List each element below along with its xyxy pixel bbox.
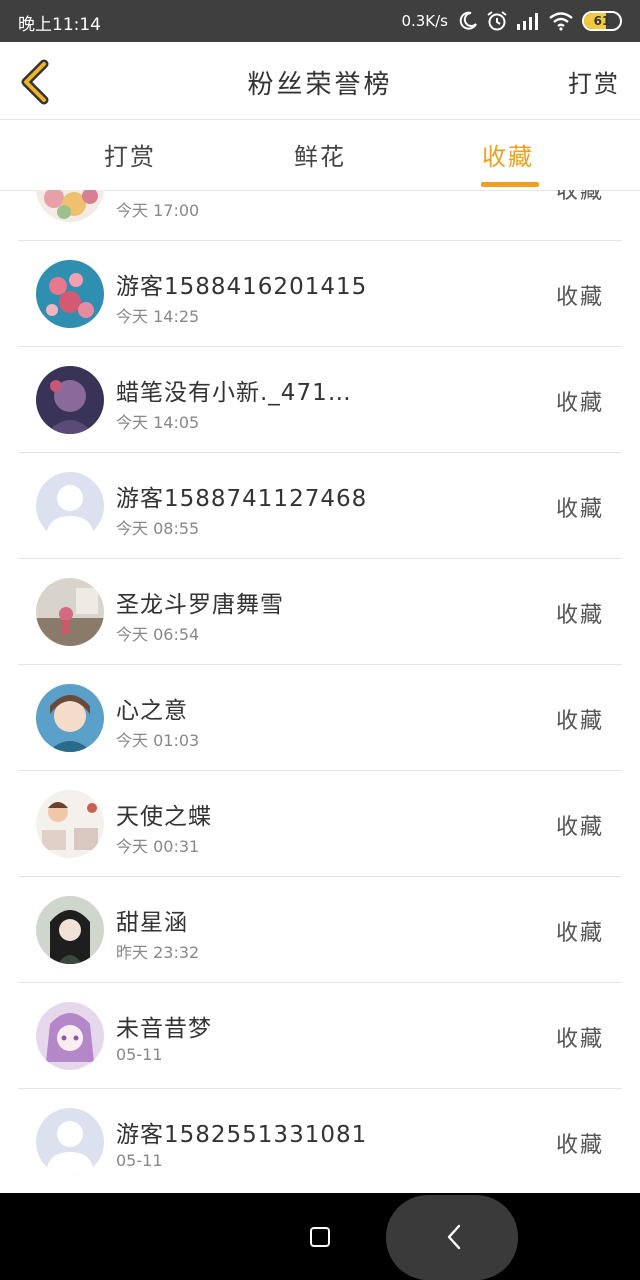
back-arrow-icon[interactable] xyxy=(442,1223,466,1251)
row-action-label: 收藏 xyxy=(555,1027,604,1052)
collect-time: 昨天 23:32 xyxy=(116,943,200,962)
collect-time: 05-11 xyxy=(116,1045,163,1064)
list-item[interactable]: 今天 17:00 收藏 xyxy=(18,190,622,241)
signal-icon xyxy=(517,13,538,30)
avatar xyxy=(36,366,104,434)
app-header: 粉丝荣誉榜 打赏 xyxy=(0,42,640,120)
page-title: 粉丝荣誉榜 xyxy=(247,70,393,100)
battery-icon: 61 xyxy=(582,11,622,31)
list-item[interactable]: 游客1588741127468 今天 08:55 收藏 xyxy=(18,453,622,559)
row-action-label: 收藏 xyxy=(555,190,604,204)
collect-time: 今天 08:55 xyxy=(116,519,200,538)
user-name: 蜡笔没有小新._471… xyxy=(116,380,352,406)
tab-bar: 打赏 鲜花 收藏 xyxy=(0,121,640,191)
user-name: 心之意 xyxy=(116,698,188,724)
collect-time: 05-11 xyxy=(116,1151,163,1170)
collect-time: 今天 01:03 xyxy=(116,731,200,750)
tab-favorites[interactable]: 收藏 xyxy=(482,137,534,172)
fan-list[interactable]: 今天 17:00 收藏 游客1588416201415 今天 14:25 收藏 … xyxy=(0,190,640,1193)
list-item[interactable]: 甜星涵 昨天 23:32 收藏 xyxy=(18,877,622,983)
row-action-label: 收藏 xyxy=(555,603,604,628)
user-name: 未音昔梦 xyxy=(116,1016,212,1042)
user-name: 游客1588416201415 xyxy=(116,274,368,300)
row-action-label: 收藏 xyxy=(555,921,604,946)
list-item[interactable]: 天使之蝶 今天 00:31 收藏 xyxy=(18,771,622,877)
avatar xyxy=(36,790,104,858)
net-speed: 0.3K/s xyxy=(401,12,448,30)
user-name: 天使之蝶 xyxy=(116,804,212,830)
row-action-label: 收藏 xyxy=(555,1133,604,1158)
row-action-label: 收藏 xyxy=(555,709,604,734)
tab-flowers[interactable]: 鲜花 xyxy=(294,137,346,172)
list-item[interactable]: 圣龙斗罗唐舞雪 今天 06:54 收藏 xyxy=(18,559,622,665)
avatar xyxy=(36,190,104,222)
list-item[interactable]: 心之意 今天 01:03 收藏 xyxy=(18,665,622,771)
list-item[interactable]: 蜡笔没有小新._471… 今天 14:05 收藏 xyxy=(18,347,622,453)
reward-button[interactable]: 打赏 xyxy=(568,64,620,99)
user-name: 游客1588741127468 xyxy=(116,486,368,512)
row-action-label: 收藏 xyxy=(555,285,604,310)
collect-time: 今天 00:31 xyxy=(116,837,200,856)
row-action-label: 收藏 xyxy=(555,815,604,840)
avatar xyxy=(36,1002,104,1070)
collect-time: 今天 17:00 xyxy=(116,201,200,220)
avatar xyxy=(36,578,104,646)
active-tab-indicator xyxy=(481,182,539,187)
list-item[interactable]: 游客1582551331081 05-11 收藏 xyxy=(18,1089,622,1193)
user-name: 甜星涵 xyxy=(116,910,188,936)
user-name: 圣龙斗罗唐舞雪 xyxy=(116,592,284,618)
list-item[interactable]: 游客1588416201415 今天 14:25 收藏 xyxy=(18,241,622,347)
status-icons: 0.3K/s 61 xyxy=(401,8,622,34)
avatar xyxy=(36,684,104,752)
tab-reward[interactable]: 打赏 xyxy=(104,137,156,172)
status-bar: 晚上11:14 0.3K/s 61 xyxy=(0,0,640,42)
user-name: 游客1582551331081 xyxy=(116,1122,368,1148)
row-action-label: 收藏 xyxy=(555,497,604,522)
collect-time: 今天 06:54 xyxy=(116,625,200,644)
battery-level: 61 xyxy=(593,14,611,28)
wifi-icon xyxy=(549,12,573,31)
moon-icon xyxy=(459,11,477,30)
avatar xyxy=(36,472,104,540)
status-time: 晚上11:14 xyxy=(18,15,101,35)
system-nav-bar xyxy=(0,1193,640,1280)
row-action-label: 收藏 xyxy=(555,391,604,416)
list-item[interactable]: 未音昔梦 05-11 收藏 xyxy=(18,983,622,1089)
recents-square-icon[interactable] xyxy=(310,1227,330,1247)
avatar xyxy=(36,260,104,328)
avatar xyxy=(36,896,104,964)
alarm-icon xyxy=(487,11,507,31)
avatar xyxy=(36,1108,104,1176)
collect-time: 今天 14:05 xyxy=(116,413,200,432)
collect-time: 今天 14:25 xyxy=(116,307,200,326)
